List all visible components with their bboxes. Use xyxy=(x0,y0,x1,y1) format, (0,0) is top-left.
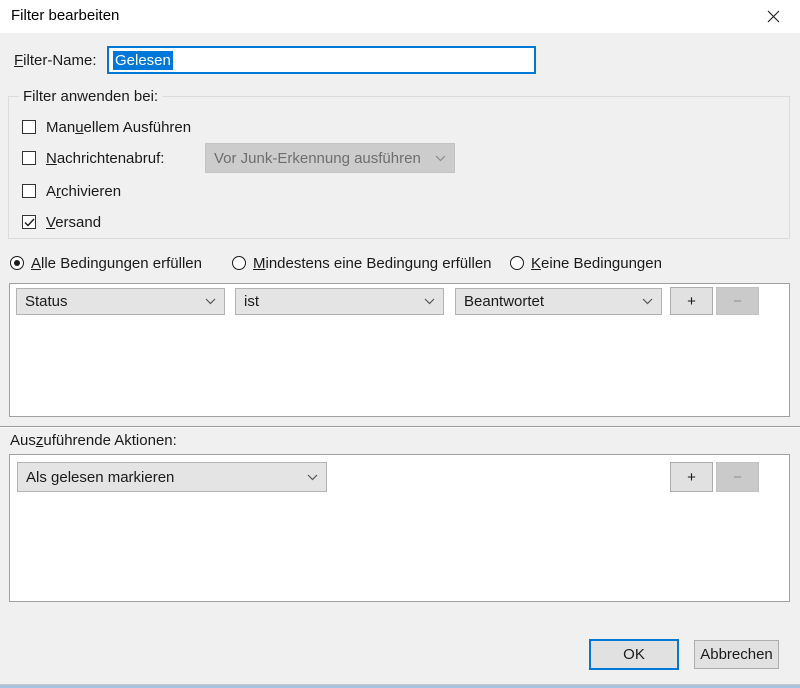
ok-button[interactable]: OK xyxy=(589,639,679,670)
chevron-down-icon xyxy=(307,474,318,481)
chevron-down-icon xyxy=(642,298,653,305)
checkbox-row-archiving: Archivieren xyxy=(22,181,121,201)
chevron-down-icon xyxy=(424,298,435,305)
condition-operator-value: ist xyxy=(244,293,418,310)
match-any-radio[interactable] xyxy=(232,256,246,270)
condition-value-dropdown[interactable]: Beantwortet xyxy=(455,288,662,315)
close-button[interactable] xyxy=(754,3,792,30)
manual-run-label: Manuellem Ausführen xyxy=(46,119,191,136)
add-action-button[interactable]: + xyxy=(670,462,713,492)
actions-label: Auszuführende Aktionen: xyxy=(10,432,177,449)
conditions-panel: Status ist Beantwortet + − xyxy=(9,283,790,417)
condition-attribute-value: Status xyxy=(25,293,199,310)
checkbox-row-sending: Versand xyxy=(22,212,101,232)
sending-label: Versand xyxy=(46,214,101,231)
match-none-radio[interactable] xyxy=(510,256,524,270)
match-all-radio[interactable] xyxy=(10,256,24,270)
archiving-checkbox[interactable] xyxy=(22,184,36,198)
cancel-button[interactable]: Abbrechen xyxy=(694,640,779,669)
match-none-label: Keine Bedingungen xyxy=(531,255,662,272)
dialog-title: Filter bearbeiten xyxy=(11,7,119,24)
edit-filter-dialog: Filter bearbeiten Filter-Name: Gelesen F… xyxy=(0,0,800,688)
match-all-label: Alle Bedingungen erfüllen xyxy=(31,255,202,272)
getting-mail-checkbox[interactable] xyxy=(22,151,36,165)
junk-timing-value: Vor Junk-Erkennung ausführen xyxy=(214,150,429,167)
actions-panel: Als gelesen markieren + − xyxy=(9,454,790,602)
action-value: Als gelesen markieren xyxy=(26,469,301,486)
section-splitter[interactable] xyxy=(0,426,800,428)
radio-row-match-any: Mindestens eine Bedingung erfüllen xyxy=(232,254,492,272)
checkbox-row-manual: Manuellem Ausführen xyxy=(22,117,191,137)
radio-row-match-all: Alle Bedingungen erfüllen xyxy=(10,254,202,272)
sending-checkbox[interactable] xyxy=(22,215,36,229)
condition-attribute-dropdown[interactable]: Status xyxy=(16,288,225,315)
match-any-label: Mindestens eine Bedingung erfüllen xyxy=(253,255,492,272)
window-bottom-edge xyxy=(0,684,800,688)
chevron-down-icon xyxy=(435,155,446,162)
close-icon xyxy=(767,10,780,23)
add-condition-button[interactable]: + xyxy=(670,287,713,315)
check-icon xyxy=(24,218,35,227)
archiving-label: Archivieren xyxy=(46,183,121,200)
titlebar: Filter bearbeiten xyxy=(0,0,800,33)
filter-name-input[interactable]: Gelesen xyxy=(107,46,536,74)
radio-row-match-none: Keine Bedingungen xyxy=(510,254,662,272)
filter-name-value: Gelesen xyxy=(113,51,173,70)
chevron-down-icon xyxy=(205,298,216,305)
action-dropdown[interactable]: Als gelesen markieren xyxy=(17,462,327,492)
condition-operator-dropdown[interactable]: ist xyxy=(235,288,444,315)
remove-condition-button: − xyxy=(716,287,759,315)
junk-timing-dropdown: Vor Junk-Erkennung ausführen xyxy=(205,143,455,173)
apply-when-legend: Filter anwenden bei: xyxy=(19,88,162,105)
manual-run-checkbox[interactable] xyxy=(22,120,36,134)
remove-action-button: − xyxy=(716,462,759,492)
checkbox-row-getting-mail: Nachrichtenabruf: xyxy=(22,148,164,168)
getting-mail-label: Nachrichtenabruf: xyxy=(46,150,164,167)
condition-value-value: Beantwortet xyxy=(464,293,636,310)
filter-name-label: Filter-Name: xyxy=(14,52,97,69)
